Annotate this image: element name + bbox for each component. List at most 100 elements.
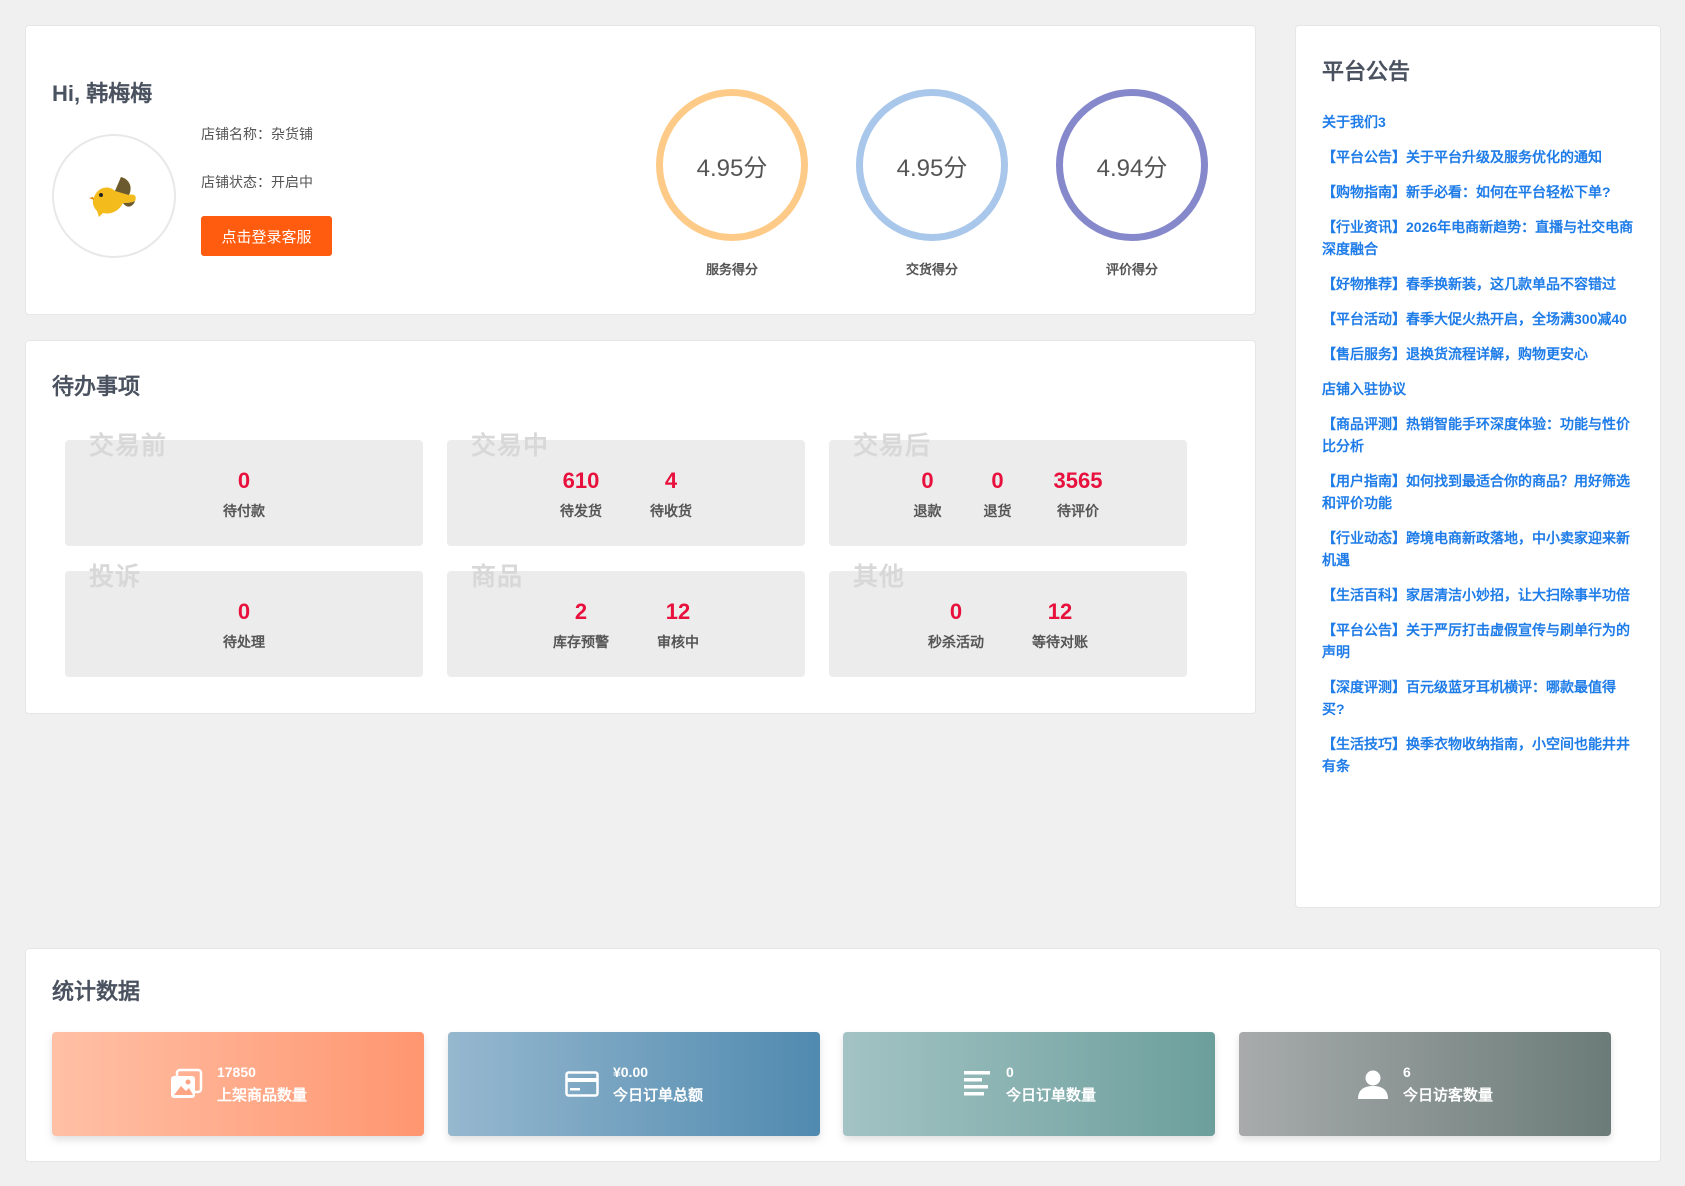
todo-count: 0 bbox=[237, 599, 251, 624]
todo-group-products: 商品 2 库存预警 12 审核中 bbox=[447, 563, 805, 677]
shop-name-label: 店铺名称： bbox=[201, 126, 271, 142]
shop-name-row: 店铺名称：杂货铺 bbox=[201, 124, 313, 144]
review-score-label: 评价得分 bbox=[1105, 262, 1158, 277]
stat-today-visitors[interactable]: 6 今日访客数量 bbox=[1239, 1032, 1611, 1136]
stat-value: ¥0.00 bbox=[612, 1063, 649, 1080]
shop-name-value: 杂货铺 bbox=[271, 126, 313, 142]
todo-label: 待评价 bbox=[1056, 503, 1099, 519]
stats-card: 统计数据 17850 上架商品数量 ¥0.00 今日订单总额 0 今日订单数量 … bbox=[25, 948, 1661, 1162]
shop-status-row: 店铺状态：开启中 bbox=[201, 172, 313, 192]
delivery-score: 4.95分 交货得分 bbox=[856, 89, 1008, 278]
announcement-link[interactable]: 【商品评测】热销智能手环深度体验：功能与性价比分析 bbox=[1322, 413, 1637, 457]
profile-card: Hi, 韩梅梅 店铺名称：杂货铺 店铺状态：开启中 点击登录客服 4.95分 服… bbox=[25, 25, 1256, 315]
stat-label: 今日订单总额 bbox=[612, 1086, 703, 1104]
announcement-list: 关于我们3 【平台公告】关于平台升级及服务优化的通知 【购物指南】新手必看：如何… bbox=[1322, 111, 1637, 790]
stat-value: 17850 bbox=[216, 1063, 256, 1080]
shop-status-value: 开启中 bbox=[271, 174, 313, 190]
shop-status-label: 店铺状态： bbox=[201, 174, 271, 190]
todo-group-label: 交易后 bbox=[853, 432, 932, 460]
todo-label: 审核中 bbox=[657, 634, 699, 650]
todo-card: 待办事项 交易前 0 待付款 交易中 610 待发货 4 待收货 交易后 0 退… bbox=[25, 340, 1256, 714]
login-customer-service-button[interactable]: 点击登录客服 bbox=[201, 216, 332, 256]
announcement-link[interactable]: 【生活技巧】换季衣物收纳指南，小空间也能井井有条 bbox=[1322, 733, 1637, 777]
todo-item-pending-payment[interactable]: 0 待付款 bbox=[223, 468, 265, 521]
images-icon bbox=[169, 1068, 203, 1100]
todo-count: 0 bbox=[949, 599, 963, 624]
todo-count: 0 bbox=[237, 468, 251, 493]
stat-today-order-amount[interactable]: ¥0.00 今日订单总额 bbox=[448, 1032, 820, 1136]
todo-group-label: 投诉 bbox=[89, 563, 142, 591]
announcement-link[interactable]: 【售后服务】退换货流程详解，购物更安心 bbox=[1322, 343, 1637, 365]
todo-group-label: 其他 bbox=[853, 563, 906, 591]
todo-count: 12 bbox=[1047, 599, 1073, 624]
review-score-ring: 4.94分 bbox=[1056, 89, 1208, 241]
todo-item-pending-reconciliation[interactable]: 12 等待对账 bbox=[1032, 599, 1088, 652]
todo-item-pending-shipment[interactable]: 610 待发货 bbox=[560, 468, 602, 521]
stat-today-order-count[interactable]: 0 今日订单数量 bbox=[843, 1032, 1215, 1136]
todo-count: 12 bbox=[665, 599, 691, 624]
todo-label: 退款 bbox=[913, 503, 942, 519]
announcement-link[interactable]: 【平台活动】春季大促火热开启，全场满300减40 bbox=[1322, 308, 1637, 330]
todo-group-pre-trade: 交易前 0 待付款 bbox=[65, 432, 423, 546]
todo-count: 3565 bbox=[1053, 468, 1103, 493]
todo-group-complaints: 投诉 0 待处理 bbox=[65, 563, 423, 677]
bird-avatar-icon bbox=[89, 177, 136, 217]
todo-group-post-trade: 交易后 0 退款 0 退货 3565 待评价 bbox=[829, 432, 1187, 546]
announcement-link[interactable]: 【行业资讯】2026年电商新趋势：直播与社交电商深度融合 bbox=[1322, 216, 1637, 260]
todo-group-label: 交易前 bbox=[89, 432, 168, 460]
todo-group-label: 交易中 bbox=[471, 432, 550, 460]
announcement-link[interactable]: 【用户指南】如何找到最适合你的商品？用好筛选和评价功能 bbox=[1322, 470, 1637, 514]
avatar bbox=[52, 134, 176, 258]
todo-label: 待发货 bbox=[560, 503, 602, 519]
todo-count: 610 bbox=[562, 468, 600, 493]
todo-count: 2 bbox=[574, 599, 588, 624]
announcement-link[interactable]: 【平台公告】关于严厉打击虚假宣传与刷单行为的声明 bbox=[1322, 619, 1637, 663]
announcement-link[interactable]: 【生活百科】家居清洁小妙招，让大扫除事半功倍 bbox=[1322, 584, 1637, 606]
announcement-link[interactable]: 【行业动态】跨境电商新政落地，中小卖家迎来新机遇 bbox=[1322, 527, 1637, 571]
todo-title: 待办事项 bbox=[52, 374, 141, 399]
stat-value: 6 bbox=[1402, 1063, 1411, 1080]
todo-count: 4 bbox=[664, 468, 678, 493]
todo-item-pending-receipt[interactable]: 4 待收货 bbox=[650, 468, 692, 521]
announcement-card: 平台公告 关于我们3 【平台公告】关于平台升级及服务优化的通知 【购物指南】新手… bbox=[1295, 25, 1661, 908]
greeting: Hi, 韩梅梅 bbox=[52, 81, 153, 106]
user-icon bbox=[1357, 1068, 1389, 1100]
todo-item-pending-handling[interactable]: 0 待处理 bbox=[223, 599, 265, 652]
review-score: 4.94分 评价得分 bbox=[1056, 89, 1208, 278]
delivery-score-ring: 4.95分 bbox=[856, 89, 1008, 241]
todo-label: 待处理 bbox=[223, 634, 265, 650]
todo-item-flash-sale[interactable]: 0 秒杀活动 bbox=[928, 599, 984, 652]
announcement-link[interactable]: 店铺入驻协议 bbox=[1322, 378, 1637, 400]
announcement-link[interactable]: 【购物指南】新手必看：如何在平台轻松下单? bbox=[1322, 181, 1637, 203]
stat-label: 上架商品数量 bbox=[216, 1086, 307, 1104]
todo-item-pending-review[interactable]: 3565 待评价 bbox=[1054, 468, 1103, 521]
todo-count: 0 bbox=[991, 468, 1004, 493]
credit-card-icon bbox=[565, 1071, 599, 1097]
todo-label: 秒杀活动 bbox=[928, 634, 984, 650]
todo-item-stock-warning[interactable]: 2 库存预警 bbox=[553, 599, 609, 652]
todo-label: 退货 bbox=[983, 503, 1012, 519]
announcement-link[interactable]: 【平台公告】关于平台升级及服务优化的通知 bbox=[1322, 146, 1637, 168]
todo-label: 待付款 bbox=[223, 503, 265, 519]
delivery-score-label: 交货得分 bbox=[905, 262, 958, 277]
todo-count: 0 bbox=[921, 468, 934, 493]
announcement-link[interactable]: 【好物推荐】春季换新装，这几款单品不容错过 bbox=[1322, 273, 1637, 295]
stat-label: 今日订单数量 bbox=[1005, 1086, 1096, 1104]
announcement-link[interactable]: 关于我们3 bbox=[1322, 111, 1637, 133]
service-score-ring: 4.95分 bbox=[656, 89, 808, 241]
stat-listed-products[interactable]: 17850 上架商品数量 bbox=[52, 1032, 424, 1136]
service-score: 4.95分 服务得分 bbox=[656, 89, 808, 278]
todo-item-return[interactable]: 0 退货 bbox=[984, 468, 1012, 521]
announcement-link[interactable]: 【深度评测】百元级蓝牙耳机横评：哪款最值得买? bbox=[1322, 676, 1637, 720]
todo-label: 待收货 bbox=[650, 503, 692, 519]
todo-group-in-trade: 交易中 610 待发货 4 待收货 bbox=[447, 432, 805, 546]
stat-value: 0 bbox=[1005, 1063, 1014, 1080]
todo-group-other: 其他 0 秒杀活动 12 等待对账 bbox=[829, 563, 1187, 677]
todo-label: 库存预警 bbox=[553, 634, 609, 650]
service-score-label: 服务得分 bbox=[705, 262, 758, 277]
todo-item-under-review[interactable]: 12 审核中 bbox=[657, 599, 699, 652]
stat-label: 今日访客数量 bbox=[1402, 1086, 1493, 1104]
todo-label: 等待对账 bbox=[1032, 634, 1088, 650]
announcement-title: 平台公告 bbox=[1322, 59, 1411, 84]
todo-item-refund[interactable]: 0 退款 bbox=[914, 468, 942, 521]
